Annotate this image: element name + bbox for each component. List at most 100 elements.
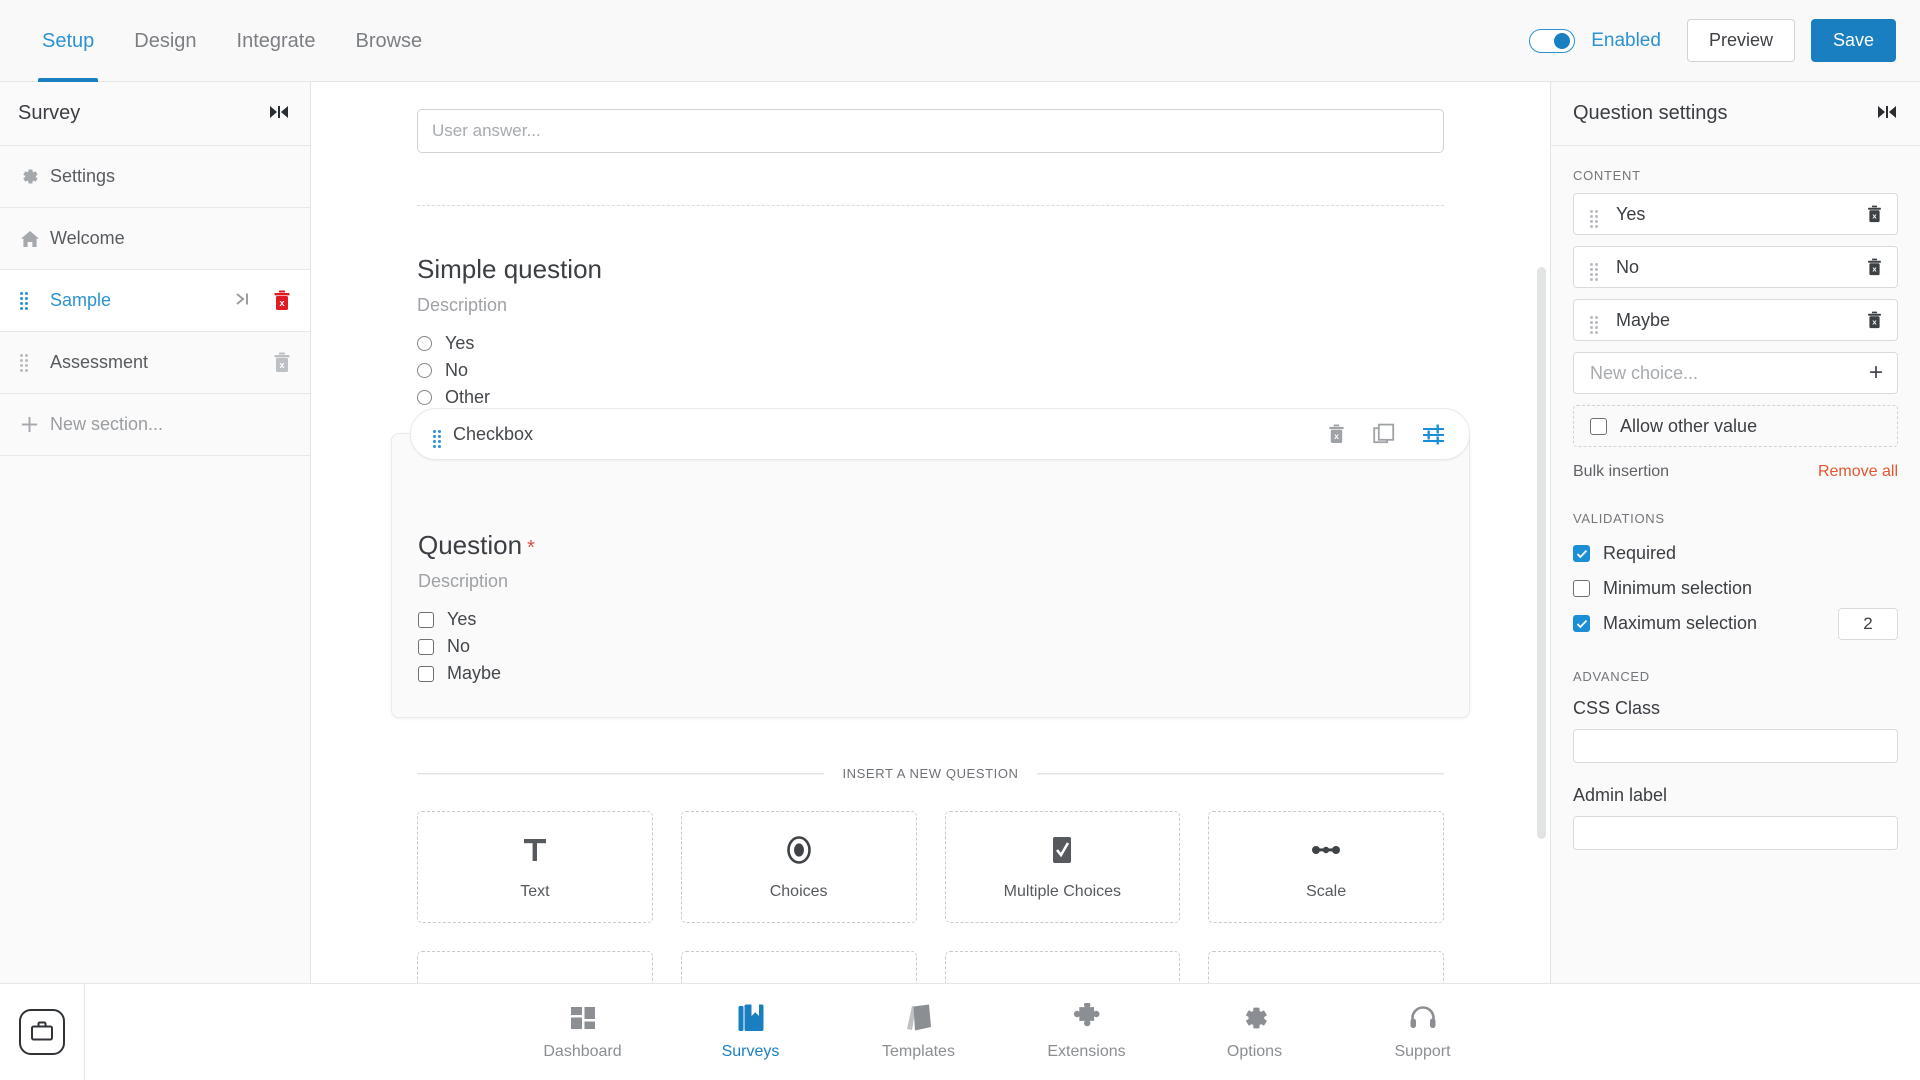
- checkbox-icon[interactable]: [418, 638, 434, 655]
- radio-option[interactable]: Other: [417, 384, 1444, 411]
- question-type-multiple-choices[interactable]: Multiple Choices: [944, 811, 1181, 923]
- nav-options[interactable]: Options: [1200, 1003, 1310, 1061]
- required-marker: *: [527, 537, 535, 559]
- remove-all-link[interactable]: Remove all: [1818, 463, 1898, 481]
- delete-choice-icon[interactable]: x: [1866, 258, 1883, 277]
- drag-handle-icon[interactable]: [1590, 200, 1598, 228]
- question-block-simple[interactable]: Simple question Description Yes No Other: [417, 254, 1444, 411]
- tab-browse[interactable]: Browse: [335, 0, 442, 82]
- maximum-selection-value[interactable]: 2: [1838, 607, 1898, 640]
- validation-maximum-row[interactable]: Maximum selection 2: [1573, 606, 1898, 641]
- user-answer-input[interactable]: [417, 109, 1444, 153]
- delete-choice-icon[interactable]: x: [1866, 205, 1883, 224]
- tab-integrate[interactable]: Integrate: [217, 0, 336, 82]
- nav-templates[interactable]: Templates: [864, 1003, 974, 1061]
- choice-label: No: [1616, 256, 1640, 277]
- css-class-input[interactable]: [1573, 729, 1898, 763]
- drag-handle-icon[interactable]: [20, 291, 50, 310]
- nav-extensions[interactable]: Extensions: [1032, 1003, 1142, 1061]
- allow-other-checkbox[interactable]: [1590, 417, 1607, 435]
- sidebar-item-assessment[interactable]: Assessment x: [0, 332, 310, 394]
- trash-icon-grey[interactable]: x: [272, 352, 292, 374]
- insert-question-separator: INSERT A NEW QUESTION: [417, 766, 1445, 781]
- question-description: Description: [417, 295, 508, 315]
- selected-question-card[interactable]: Checkbox x Question * Description Yes No…: [391, 408, 1470, 718]
- choice-row[interactable]: Maybe x: [1573, 299, 1898, 341]
- collapse-panel-icon[interactable]: [1876, 105, 1898, 123]
- drag-handle-icon[interactable]: [20, 353, 50, 372]
- bulk-insertion-label[interactable]: Bulk insertion: [1573, 463, 1669, 481]
- radio-button-icon[interactable]: [417, 363, 432, 378]
- sidebar-item-label: New section...: [50, 414, 164, 434]
- section-divider: [417, 205, 1444, 206]
- option-label: Other: [445, 387, 491, 407]
- top-bar: Setup Design Integrate Browse Enabled Pr…: [0, 0, 1920, 82]
- question-type-number[interactable]: 1: [944, 951, 1181, 983]
- minimum-selection-checkbox[interactable]: [1573, 580, 1590, 597]
- validation-required-row[interactable]: Required: [1573, 536, 1898, 571]
- collapse-panel-icon[interactable]: [268, 105, 290, 123]
- question-type-matrix[interactable]: [417, 951, 653, 983]
- tab-setup[interactable]: Setup: [22, 0, 114, 82]
- bottom-bar: Dashboard Surveys Templates Extensions O…: [0, 983, 1920, 1080]
- drag-handle-icon[interactable]: [1590, 253, 1598, 281]
- question-type-paragraph[interactable]: [680, 951, 917, 983]
- tab-design[interactable]: Design: [114, 0, 216, 82]
- delete-question-icon[interactable]: x: [1327, 424, 1346, 445]
- nav-label: Extensions: [1047, 1043, 1126, 1060]
- radio-filled-icon: [785, 833, 813, 867]
- choice-row[interactable]: Yes x: [1573, 193, 1898, 235]
- validations-section-label: VALIDATIONS: [1573, 511, 1665, 526]
- validation-minimum-row[interactable]: Minimum selection: [1573, 571, 1898, 606]
- question-title: Question *: [418, 530, 1443, 561]
- delete-choice-icon[interactable]: x: [1866, 311, 1883, 330]
- radio-option[interactable]: No: [417, 357, 1444, 384]
- choice-row[interactable]: No x: [1573, 246, 1898, 288]
- top-bar-actions: Enabled Preview Save: [1529, 18, 1920, 63]
- preview-button[interactable]: Preview: [1686, 18, 1795, 63]
- add-choice-icon[interactable]: +: [1869, 361, 1883, 385]
- question-type-date[interactable]: [1208, 951, 1444, 983]
- skip-to-end-icon[interactable]: [234, 290, 254, 311]
- nav-support[interactable]: Support: [1368, 1003, 1478, 1061]
- admin-label-label: Admin label: [1573, 785, 1668, 805]
- checkbox-option[interactable]: No: [418, 633, 1443, 660]
- sidebar-item-new-section[interactable]: New section...: [0, 394, 310, 456]
- duplicate-question-icon[interactable]: [1373, 423, 1395, 445]
- canvas-scrollbar[interactable]: [1537, 267, 1546, 839]
- gear-icon: [1241, 1003, 1269, 1033]
- bottom-bar-left: [0, 983, 85, 1080]
- admin-label-input[interactable]: [1573, 816, 1898, 850]
- drag-handle-icon[interactable]: [1590, 306, 1598, 334]
- required-checkbox[interactable]: [1573, 545, 1590, 562]
- save-button[interactable]: Save: [1810, 18, 1896, 63]
- checkbox-option[interactable]: Maybe: [418, 660, 1443, 687]
- nav-dashboard[interactable]: Dashboard: [528, 1003, 638, 1061]
- enabled-toggle[interactable]: [1529, 28, 1576, 53]
- question-settings-icon[interactable]: [1422, 424, 1445, 445]
- validation-label: Maximum selection: [1603, 613, 1758, 633]
- checkbox-option-list: Yes No Maybe: [418, 606, 1443, 687]
- new-choice-input[interactable]: New choice... +: [1573, 352, 1898, 394]
- question-type-label: Text: [520, 883, 550, 900]
- maximum-selection-checkbox[interactable]: [1573, 615, 1590, 632]
- checkbox-icon[interactable]: [418, 665, 434, 682]
- question-type-scale[interactable]: Scale: [1208, 811, 1444, 923]
- allow-other-value-row[interactable]: Allow other value: [1573, 405, 1898, 447]
- drag-handle-icon[interactable]: [433, 420, 441, 448]
- checkbox-option[interactable]: Yes: [418, 606, 1443, 633]
- briefcase-icon[interactable]: [19, 1009, 65, 1055]
- radio-button-icon[interactable]: [417, 336, 432, 351]
- sidebar-item-sample[interactable]: Sample x: [0, 270, 310, 332]
- radio-option[interactable]: Yes: [417, 330, 1444, 357]
- radio-button-icon[interactable]: [417, 390, 432, 405]
- nav-surveys[interactable]: Surveys: [696, 1003, 806, 1061]
- sidebar-item-welcome[interactable]: Welcome: [0, 208, 310, 270]
- question-title: Simple question: [417, 254, 602, 284]
- headset-icon: [1409, 1003, 1437, 1033]
- question-type-choices[interactable]: Choices: [680, 811, 917, 923]
- trash-icon-red[interactable]: x: [272, 290, 292, 312]
- checkbox-icon[interactable]: [418, 611, 434, 628]
- question-type-text[interactable]: Text: [417, 811, 653, 923]
- sidebar-item-settings[interactable]: Settings: [0, 146, 310, 208]
